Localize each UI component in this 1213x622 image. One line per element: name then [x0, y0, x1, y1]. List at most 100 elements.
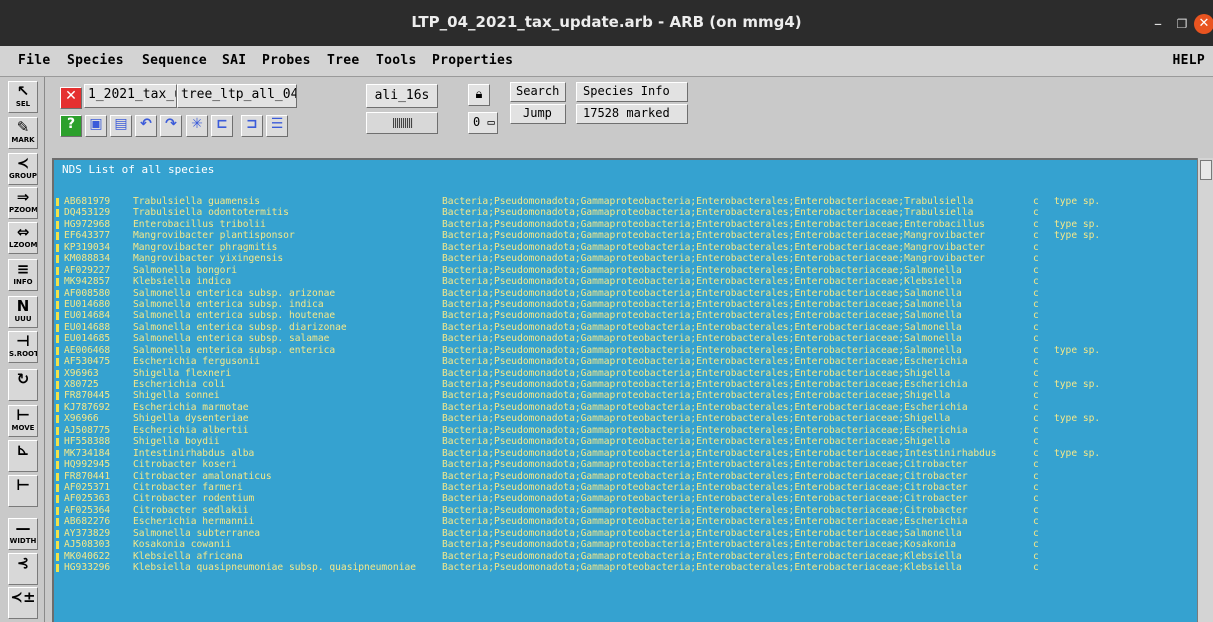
accession-cell: AJ508303	[64, 539, 111, 551]
list-item[interactable]: MK040622 Klebsiella africana Bacteria;Pseu…	[54, 551, 1197, 562]
species-info-button[interactable]: Species Info	[576, 82, 688, 102]
close-database-icon[interactable]: ✕	[60, 87, 82, 109]
database-field[interactable]: 1_2021_tax_updat	[84, 84, 177, 108]
list-item[interactable]: AF025371 Citrobacter farmeri Bacteria;Pseu…	[54, 482, 1197, 493]
list-item[interactable]: X96966 Shigella dysenteriae Bacteria;Pseud…	[54, 413, 1197, 424]
dendrogram-icon[interactable]: ⊏	[211, 115, 233, 137]
list-item[interactable]: AF025363 Citrobacter rodentium Bacteria;Ps…	[54, 493, 1197, 504]
list-item[interactable]: KJ787692 Escherichia marmotae Bacteria;Pse…	[54, 402, 1197, 413]
accession-cell: AF530475	[64, 356, 111, 368]
list-item[interactable]: HG972968 Enterobacillus tribolii Bacteria;…	[54, 219, 1197, 230]
taxonomy-cell: Bacteria;Pseudomonadota;Gammaproteobacte…	[442, 356, 968, 368]
select-tool-button[interactable]: ↖ SEL	[8, 81, 38, 113]
list-item[interactable]: AF025364 Citrobacter sedlakii Bacteria;Pse…	[54, 505, 1197, 516]
list-item[interactable]: FR870445 Shigella sonnei Bacteria;Pseudomo…	[54, 390, 1197, 401]
search-button[interactable]: Search	[510, 82, 566, 102]
species-name-cell: Citrobacter rodentium	[133, 493, 255, 505]
marked-indicator	[56, 483, 59, 492]
list-item[interactable]: AY373829 Salmonella subterranea Bacteria;P…	[54, 528, 1197, 539]
list-item[interactable]: HF558388 Shigella boydii Bacteria;Pseudomo…	[54, 436, 1197, 447]
redo-icon[interactable]: ↷	[160, 115, 182, 137]
list-item[interactable]: KM088834 Mangrovibacter yixingensis Bacter…	[54, 253, 1197, 264]
plusminus-tool-button[interactable]: ≺±	[8, 587, 38, 619]
list-item[interactable]: EF643377 Mangrovibacter plantisponsor Bact…	[54, 230, 1197, 241]
marked-indicator	[56, 266, 59, 275]
zoom-selector[interactable]: 0 ▭	[468, 112, 498, 134]
menu-sai[interactable]: SAI	[222, 53, 246, 68]
list-item[interactable]: AB682276 Escherichia hermannii Bacteria;Ps…	[54, 516, 1197, 527]
color-bar-button[interactable]	[366, 112, 438, 134]
jump-button[interactable]: Jump	[510, 104, 566, 124]
maximize-icon[interactable]: ❐	[1172, 14, 1192, 34]
irs-tree-icon[interactable]: ⊐	[241, 115, 263, 137]
list-item[interactable]: AF029227 Salmonella bongori Bacteria;Pseud…	[54, 265, 1197, 276]
list-item[interactable]: X80725 Escherichia coli Bacteria;Pseudomon…	[54, 379, 1197, 390]
list-item[interactable]: AF530475 Escherichia fergusonii Bacteria;P…	[54, 356, 1197, 367]
species-name-cell: Enterobacillus tribolii	[133, 218, 266, 230]
list-item[interactable]: AJ508303 Kosakonia cowanii Bacteria;Pseudo…	[54, 539, 1197, 550]
species-name-cell: Escherichia marmotae	[133, 401, 249, 413]
marked-indicator	[56, 369, 59, 378]
list-item[interactable]: X96963 Shigella flexneri Bacteria;Pseudomo…	[54, 368, 1197, 379]
menu-properties[interactable]: Properties	[432, 53, 513, 68]
width-icon: —	[15, 519, 31, 537]
sroot-tool-button[interactable]: ⊣ S.ROOT	[8, 331, 38, 363]
type-species-cell: type sp.	[1054, 230, 1101, 242]
list-item[interactable]: AF008580 Salmonella enterica subsp. arizo…	[54, 288, 1197, 299]
marked-indicator	[56, 403, 59, 412]
close-icon[interactable]: ✕	[1194, 14, 1213, 34]
list-item[interactable]: EU014688 Salmonella enterica subsp. diari…	[54, 322, 1197, 333]
vertical-scrollbar[interactable]	[1197, 158, 1213, 622]
undo-icon[interactable]: ↶	[135, 115, 157, 137]
species-name-cell: Salmonella enterica subsp. houtenae	[133, 310, 336, 322]
species-name-cell: Salmonella bongori	[133, 264, 237, 276]
menu-help[interactable]: HELP	[1172, 53, 1205, 68]
menu-tree[interactable]: Tree	[327, 53, 360, 68]
list-item[interactable]: EU014680 Salmonella enterica subsp. indic…	[54, 299, 1197, 310]
group-tool-button[interactable]: ≺ GROUP	[8, 153, 38, 185]
scrollbar-thumb[interactable]	[1200, 160, 1212, 180]
branch-tool-button[interactable]: ⊾	[8, 440, 38, 472]
menu-tools[interactable]: Tools	[376, 53, 417, 68]
list-item[interactable]: FR870441 Citrobacter amalonaticus Bacteria…	[54, 471, 1197, 482]
alignment-selector[interactable]: ali_16s	[366, 84, 438, 108]
mark-tool-button[interactable]: ✎ MARK	[8, 117, 38, 149]
rotate-tool-button[interactable]: ↻	[8, 369, 38, 401]
width-tool-button[interactable]: — WIDTH	[8, 518, 38, 550]
list-item[interactable]: KP319034 Mangrovibacter phragmitis Bacteri…	[54, 242, 1197, 253]
list-item[interactable]: AE006468 Salmonella enterica subsp. enter…	[54, 345, 1197, 356]
list-view-icon[interactable]: ☰	[266, 115, 288, 137]
pzoom-tool-button[interactable]: ⇒ PZOOM	[8, 187, 38, 219]
menu-species[interactable]: Species	[67, 53, 124, 68]
move-tool-button[interactable]: ⊢ MOVE	[8, 405, 38, 437]
list-item[interactable]: AJ508775 Escherichia albertii Bacteria;Pse…	[54, 425, 1197, 436]
save-as-icon[interactable]: ▤	[110, 115, 132, 137]
menu-sequence[interactable]: Sequence	[142, 53, 207, 68]
minimize-icon[interactable]: –	[1148, 14, 1168, 34]
list-item[interactable]: MK734184 Intestinirhabdus alba Bacteria;Ps…	[54, 448, 1197, 459]
info-tool-button[interactable]: ≡ INFO	[8, 259, 38, 291]
list-item[interactable]: HG933296 Klebsiella quasipneumoniae subsp…	[54, 562, 1197, 573]
sroot-tool-label: S.ROOT	[9, 350, 38, 358]
lock-icon[interactable]: 🔒︎	[468, 84, 490, 106]
list-item[interactable]: MK942857 Klebsiella indica Bacteria;Pseudo…	[54, 276, 1197, 287]
save-icon[interactable]: ▣	[85, 115, 107, 137]
length-tool-button[interactable]: ⊢	[8, 475, 38, 507]
list-item[interactable]: AB681979 Trabulsiella guamensis Bacteria;P…	[54, 196, 1197, 207]
nuuu-tool-button[interactable]: N UUU	[8, 296, 38, 328]
accession-cell: FR870445	[64, 390, 111, 402]
list-item[interactable]: EU014685 Salmonella enterica subsp. salam…	[54, 333, 1197, 344]
menu-file[interactable]: File	[18, 53, 51, 68]
flag-cell: c	[1033, 562, 1039, 573]
species-list-panel[interactable]: NDS List of all species AB681979 Trabulsi…	[52, 158, 1197, 622]
lzoom-tool-button[interactable]: ⇔ LZOOM	[8, 222, 38, 254]
list-item[interactable]: DQ453129 Trabulsiella odontotermitis Bacte…	[54, 207, 1197, 218]
list-item[interactable]: HQ992945 Citrobacter koseri Bacteria;Pseud…	[54, 459, 1197, 470]
radial-tree-icon[interactable]: ✳	[186, 115, 208, 137]
flag-cell: c	[1033, 264, 1039, 276]
help-icon[interactable]: ?	[60, 115, 82, 137]
tree-selector[interactable]: tree_ltp_all_04_21	[177, 84, 297, 108]
swap-tool-button[interactable]: ⊰	[8, 553, 38, 585]
list-item[interactable]: EU014684 Salmonella enterica subsp. houte…	[54, 310, 1197, 321]
menu-probes[interactable]: Probes	[262, 53, 311, 68]
